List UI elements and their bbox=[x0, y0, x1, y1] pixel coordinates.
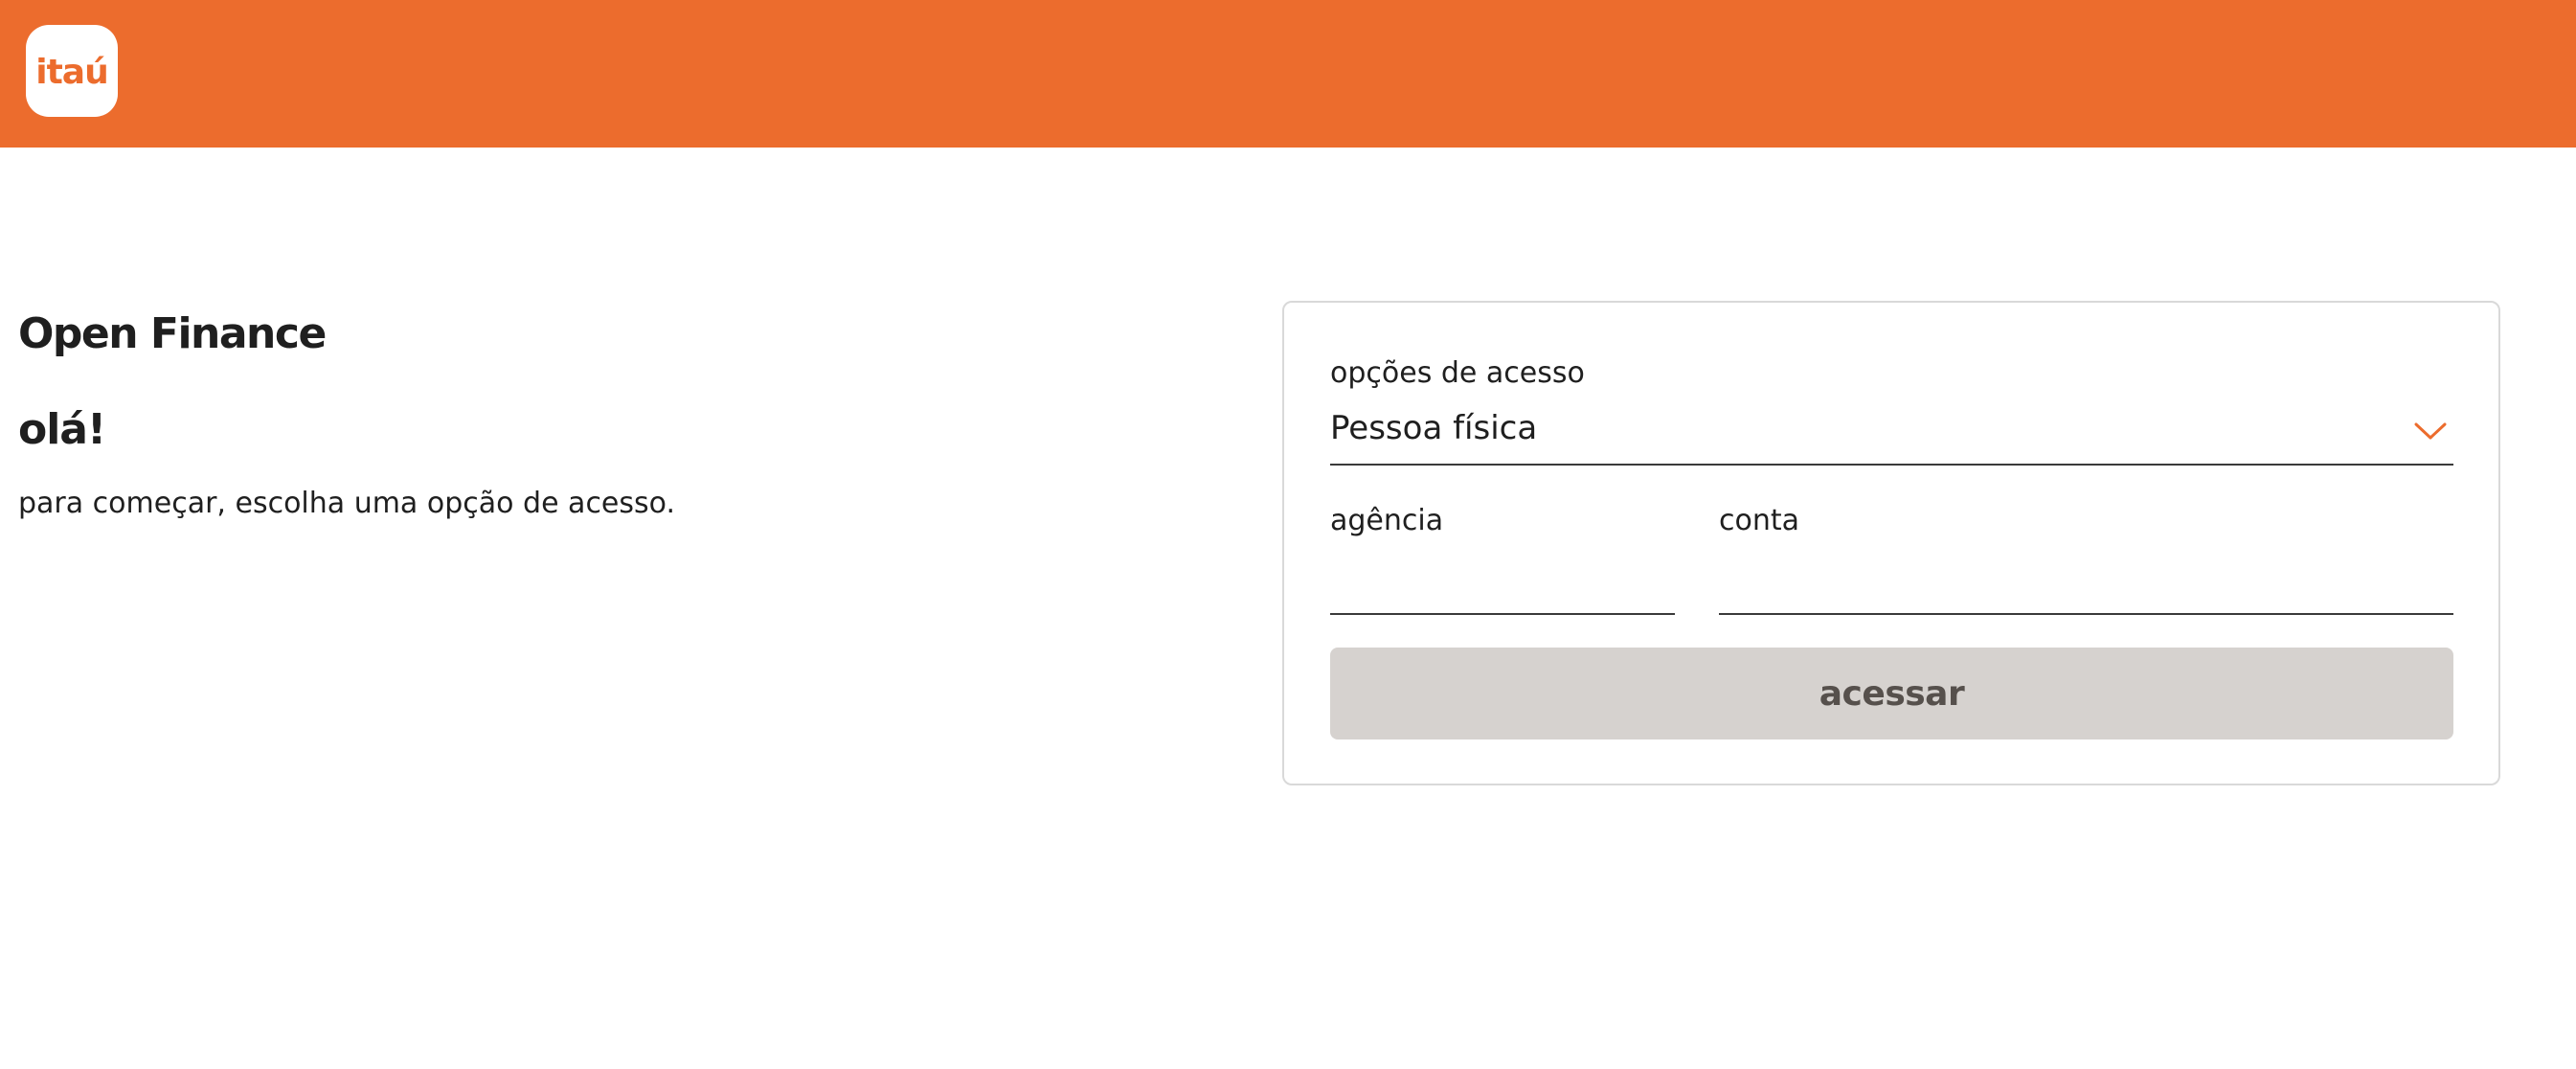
instructions-text: para começar, escolha uma opção de acess… bbox=[18, 487, 676, 520]
access-option-select[interactable]: Pessoa física bbox=[1330, 398, 2453, 466]
greeting-heading: olá! bbox=[18, 405, 106, 454]
logo-text: itaú bbox=[35, 53, 108, 92]
top-bar: itaú bbox=[0, 0, 2576, 148]
page-title: Open Finance bbox=[18, 309, 327, 358]
itau-logo[interactable]: itaú bbox=[26, 25, 118, 117]
access-options-label: opções de acesso bbox=[1330, 356, 1585, 390]
intro-section: Open Finance olá! para começar, escolha … bbox=[18, 305, 1167, 525]
login-card: opções de acesso Pessoa física agência c… bbox=[1282, 301, 2500, 785]
agency-label: agência bbox=[1330, 504, 1444, 537]
account-label: conta bbox=[1719, 504, 1800, 537]
agency-input[interactable] bbox=[1330, 559, 1675, 615]
access-button[interactable]: acessar bbox=[1330, 648, 2453, 739]
account-input[interactable] bbox=[1719, 559, 2453, 615]
access-option-selected-value: Pessoa física bbox=[1330, 409, 1538, 447]
chevron-down-icon bbox=[2414, 422, 2447, 440]
